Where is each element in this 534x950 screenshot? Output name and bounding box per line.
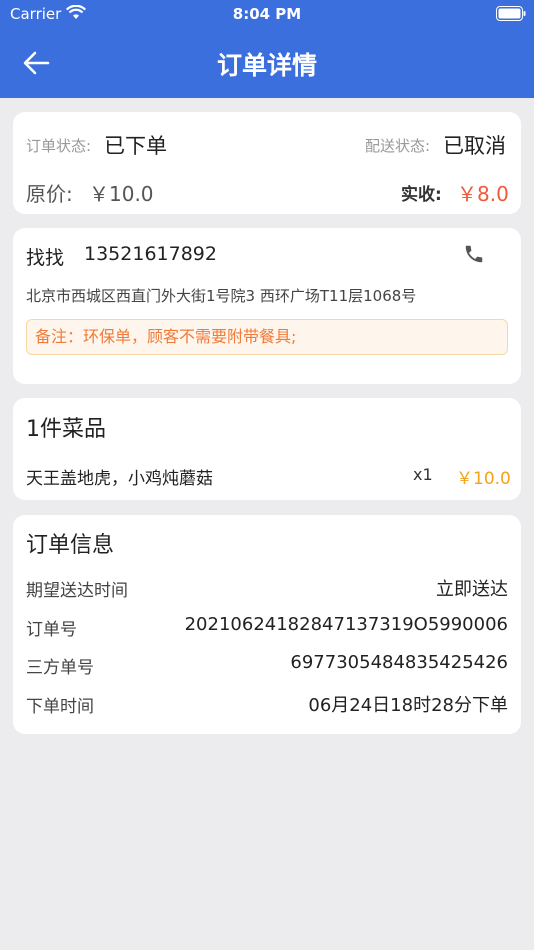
nav-bar: 订单详情 — [0, 40, 534, 86]
customer-phone: 13521617892 — [84, 243, 217, 265]
phone-icon[interactable] — [463, 243, 485, 265]
status-bar: Carrier 8:04 PM — [0, 0, 534, 28]
app-header: Carrier 8:04 PM 订单详情 — [0, 0, 534, 98]
order-info-title: 订单信息 — [26, 533, 115, 558]
page-title: 订单详情 — [216, 51, 317, 80]
info-value-expected-time: 立即送达 — [436, 579, 508, 600]
battery-icon — [496, 6, 526, 21]
original-price-value: ￥10.0 — [89, 182, 154, 206]
item-price: ￥10.0 — [456, 469, 511, 489]
info-label-order-time: 下单时间 — [26, 697, 94, 717]
customer-card: 找找 13521617892 北京市西城区西直门外大街1号院3 西环广场T11层… — [13, 228, 521, 384]
order-status-label: 订单状态: — [26, 137, 92, 155]
items-title: 1件菜品 — [26, 417, 106, 442]
delivery-status-value: 已取消 — [443, 134, 506, 158]
actual-value: ￥8.0 — [457, 182, 509, 206]
original-price-label: 原价: — [26, 182, 73, 206]
items-card: 1件菜品 天王盖地虎，小鸡炖蘑菇 x1 ￥10.0 — [13, 398, 521, 500]
actual-label: 实收: — [401, 185, 442, 205]
item-name: 天王盖地虎，小鸡炖蘑菇 — [26, 469, 213, 489]
customer-name: 找找 — [26, 247, 65, 269]
info-value-order-no: 20210624182847137319O5990006 — [184, 614, 508, 635]
order-summary-card: 订单状态: 已下单 配送状态: 已取消 原价: ￥10.0 实收: ￥8.0 — [13, 112, 521, 214]
order-note: 备注：环保单，顾客不需要附带餐具; — [26, 319, 508, 355]
customer-address: 北京市西城区西直门外大街1号院3 西环广场T11层1068号 — [26, 287, 417, 305]
clock: 8:04 PM — [232, 5, 302, 23]
info-label-expected-time: 期望送达时间 — [26, 581, 128, 601]
info-value-third-party-no: 6977305484835425426 — [290, 652, 508, 673]
order-status-value: 已下单 — [104, 134, 167, 158]
info-label-order-no: 订单号 — [26, 620, 77, 640]
info-value-order-time: 06月24日18时28分下单 — [308, 695, 508, 716]
item-qty: x1 — [413, 465, 433, 484]
order-info-card: 订单信息 期望送达时间 立即送达 订单号 2021062418284713731… — [13, 515, 521, 734]
delivery-status-label: 配送状态: — [365, 137, 431, 155]
info-label-third-party-no: 三方单号 — [26, 658, 94, 678]
